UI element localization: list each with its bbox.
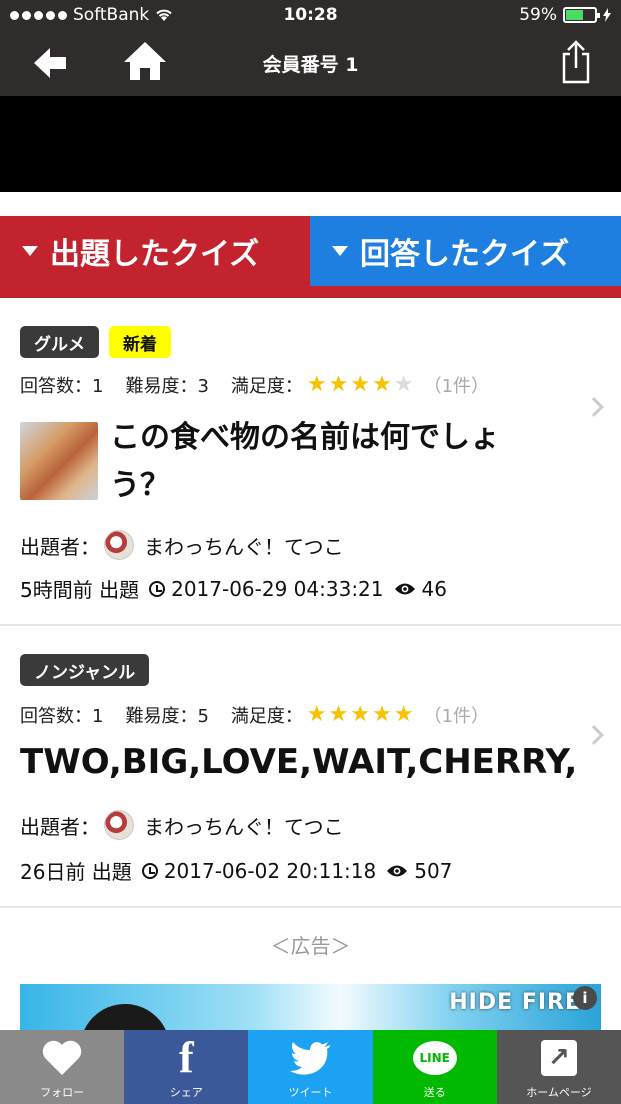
ad-placeholder-band (0, 96, 621, 192)
heart-icon (42, 1040, 82, 1075)
star-filled-icon: ★ (328, 702, 349, 727)
difficulty: 難易度：3 (125, 376, 209, 397)
share-button[interactable] (556, 40, 606, 86)
view-count: 46 (421, 576, 447, 601)
rating-count: （1件） (423, 376, 490, 397)
battery-percent: 59% (519, 5, 557, 25)
quiz-title: TWO,BIG,LOVE,WAIT,CHERRY,... (20, 742, 580, 782)
tab-underline (0, 286, 621, 298)
back-button[interactable] (30, 40, 80, 86)
battery-level-fill (566, 10, 583, 20)
view-count: 507 (414, 858, 453, 883)
rating-stars: ★ ★ ★ ★ ★ (307, 374, 416, 396)
new-badge: 新着 (109, 326, 171, 358)
line-icon: LINE (412, 1041, 457, 1075)
eye-icon (387, 865, 408, 876)
satisfaction-label: 満足度： (230, 376, 303, 397)
quiz-timestamp: 26日前 出題 2017-06-02 20:11:18 507 (20, 856, 452, 885)
clock-icon (149, 580, 166, 597)
tweet-button[interactable]: ツイート (248, 1030, 373, 1104)
author-label: 出題者： (20, 814, 100, 839)
star-empty-icon: ★ (393, 372, 414, 397)
eye-icon (394, 583, 415, 594)
tweet-label: ツイート (288, 1086, 333, 1099)
tab-label: 回答したクイズ (360, 237, 570, 272)
homepage-label: ホームページ (526, 1086, 592, 1099)
quiz-thumbnail (20, 422, 98, 500)
author-name[interactable]: まわっちんぐ！てつこ (144, 811, 344, 840)
back-arrow-icon (34, 48, 66, 78)
tab-label: 出題したクイズ (50, 237, 260, 272)
line-send-button[interactable]: LINE 送る (372, 1030, 497, 1104)
quiz-card[interactable]: ノンジャンル 回答数：1 難易度：5 満足度： ★ ★ ★ ★ ★ （1件） TWO,B… (0, 626, 621, 908)
category-badge: ノンジャンル (20, 654, 150, 686)
clock-icon (141, 862, 158, 879)
posted-datetime: 2017-06-29 04:33:21 (171, 576, 384, 601)
star-filled-icon: ★ (372, 702, 392, 727)
follow-button[interactable]: フォロー (0, 1030, 125, 1104)
caret-down-icon (22, 246, 38, 256)
chevron-right-icon (584, 397, 604, 417)
quiz-tabs: 出題したクイズ 回答したクイズ (0, 216, 621, 298)
difficulty: 難易度：5 (125, 706, 209, 727)
caret-down-icon (332, 246, 348, 256)
quiz-author: 出題者： まわっちんぐ！てつこ (20, 810, 344, 840)
relative-time: 26日前 出題 (20, 860, 132, 884)
status-bar: SoftBank 10:28 59% (0, 0, 621, 32)
quiz-card[interactable]: グルメ 新着 回答数：1 難易度：3 満足度： ★ ★ ★ ★ ★ （1件） この食べ物… (0, 298, 621, 626)
star-filled-icon: ★ (306, 372, 327, 397)
satisfaction-label: 満足度： (230, 706, 303, 727)
star-filled-icon: ★ (393, 702, 414, 727)
top-bar: SoftBank 10:28 59% 会員番号 1 (0, 0, 621, 96)
ad-banner-text: HIDE FIRE (449, 990, 581, 1015)
quiz-meta: 回答数：1 難易度：3 満足度： ★ ★ ★ ★ ★ （1件） (20, 372, 489, 398)
send-label: 送る (423, 1086, 446, 1099)
homepage-button[interactable]: ↗ ホームページ (496, 1030, 621, 1104)
charging-bolt-icon (603, 8, 611, 22)
follow-label: フォロー (40, 1086, 85, 1099)
chevron-right-icon (584, 725, 604, 745)
star-filled-icon: ★ (350, 702, 371, 727)
share-icon (562, 40, 590, 84)
category-badge: グルメ (20, 326, 99, 358)
facebook-icon: f (178, 1033, 194, 1082)
ad-label: ＜広告＞ (270, 934, 351, 958)
star-filled-icon: ★ (350, 372, 371, 397)
quiz-timestamp: 5時間前 出題 2017-06-29 04:33:21 46 (20, 574, 447, 603)
rating-count: （1件） (423, 706, 490, 727)
relative-time: 5時間前 出題 (20, 578, 140, 602)
facebook-share-button[interactable]: f シェア (124, 1030, 249, 1104)
star-filled-icon: ★ (328, 372, 349, 397)
page-title: 会員番号 1 (262, 54, 359, 76)
answer-count: 回答数：1 (20, 376, 104, 397)
star-filled-icon: ★ (306, 702, 327, 727)
author-label: 出題者： (20, 534, 100, 559)
posted-datetime: 2017-06-02 20:11:18 (163, 858, 377, 883)
tab-answered-quizzes[interactable]: 回答したクイズ (310, 216, 621, 286)
ad-info-icon[interactable]: i (573, 986, 597, 1010)
share-bar: フォロー f シェア ツイート LINE 送る ↗ ホームページ (0, 1030, 621, 1104)
avatar (104, 530, 134, 560)
quiz-author: 出題者： まわっちんぐ！てつこ (20, 530, 344, 560)
twitter-bird-icon (289, 1042, 330, 1075)
avatar (104, 810, 134, 840)
battery-icon (563, 7, 600, 23)
author-name[interactable]: まわっちんぐ！てつこ (144, 531, 344, 560)
tab-created-quizzes[interactable]: 出題したクイズ (0, 216, 310, 286)
rating-stars: ★ ★ ★ ★ ★ (307, 704, 416, 726)
quiz-meta: 回答数：1 難易度：5 満足度： ★ ★ ★ ★ ★ （1件） (20, 702, 489, 728)
share-label: シェア (169, 1086, 203, 1099)
quiz-title: この食べ物の名前は何でしょう？ (110, 420, 500, 503)
external-link-icon: ↗ (540, 1040, 577, 1076)
answer-count: 回答数：1 (20, 706, 104, 727)
star-filled-icon: ★ (372, 372, 392, 397)
